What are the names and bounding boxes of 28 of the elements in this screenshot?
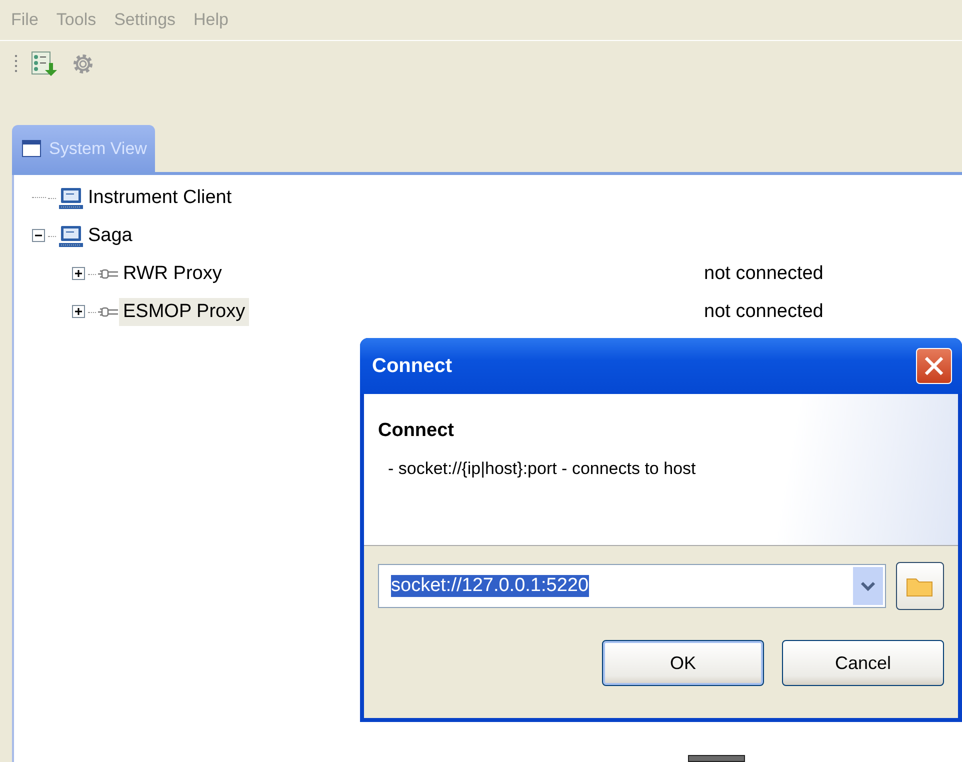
tree-item[interactable]: Instrument Client	[84, 184, 236, 212]
toolbar-grip-icon	[14, 55, 18, 73]
collapse-icon[interactable]	[32, 229, 46, 243]
tree-item[interactable]: ESMOP Proxy	[119, 298, 250, 326]
dialog-button[interactable]: Cancel	[782, 640, 944, 686]
status-text: not connected	[704, 301, 824, 323]
dialog-description: - socket://{ip|host}:port - connects to host	[387, 458, 697, 480]
close-button[interactable]	[916, 348, 952, 384]
computer-icon	[58, 186, 84, 210]
dialog-button[interactable]: OK	[602, 640, 764, 686]
expand-icon[interactable]	[72, 305, 86, 319]
address-combo[interactable]: socket://127.0.0.1:5220	[378, 564, 886, 608]
plug-icon	[98, 305, 119, 319]
chevron-down-icon	[860, 580, 876, 592]
status-text: not connected	[704, 263, 824, 285]
dropdown-button[interactable]	[853, 567, 883, 605]
tree-item[interactable]: Saga	[84, 222, 136, 250]
dialog-title: Connect	[372, 354, 453, 378]
browse-button[interactable]	[896, 562, 944, 610]
computer-icon	[58, 224, 84, 248]
tree-item[interactable]: RWR Proxy	[119, 260, 226, 288]
window-icon	[22, 140, 41, 157]
expand-icon[interactable]	[72, 267, 86, 281]
dialog-heading: Connect	[378, 420, 455, 442]
cut-off-tile	[688, 755, 745, 762]
close-icon	[923, 355, 945, 377]
list-download-icon[interactable]	[30, 51, 58, 77]
plug-icon	[98, 267, 119, 281]
